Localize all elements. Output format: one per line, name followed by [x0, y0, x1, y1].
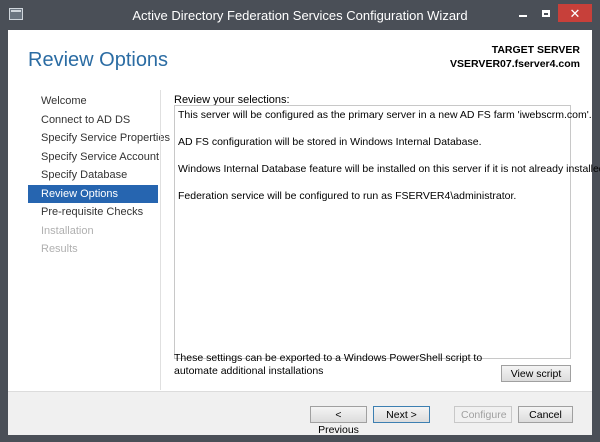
configure-button: Configure [454, 406, 512, 423]
title-bar[interactable]: Active Directory Federation Services Con… [0, 0, 600, 30]
minimize-icon [519, 15, 527, 17]
nav-item-review-options[interactable]: Review Options [28, 184, 158, 203]
previous-button[interactable]: < Previous [310, 406, 367, 436]
review-selections-box[interactable]: This server will be configured as the pr… [174, 105, 600, 359]
nav-item-connect-ad-ds[interactable]: Connect to AD DS [28, 111, 158, 130]
page-title: Review Options [28, 49, 169, 71]
nav-item-welcome[interactable]: Welcome [28, 92, 158, 111]
review-line: This server will be configured as the pr… [178, 109, 592, 121]
cancel-button[interactable]: Cancel [518, 406, 573, 423]
target-server-value: VSERVER07.fserver4.com [450, 58, 580, 70]
target-server-label: TARGET SERVER [491, 44, 580, 56]
maximize-icon [542, 9, 550, 17]
nav-item-installation: Installation [41, 224, 94, 237]
review-line: Federation service will be configured to… [178, 190, 517, 202]
close-icon: ✕ [569, 5, 581, 21]
export-description: These settings can be exported to a Wind… [174, 352, 483, 377]
wizard-content: Review Options TARGET SERVER VSERVER07.f… [8, 30, 600, 436]
maximize-button[interactable] [535, 4, 557, 22]
nav-item-results: Results [41, 243, 78, 255]
close-button[interactable]: ✕ [558, 4, 592, 22]
view-script-button[interactable]: View script [501, 365, 571, 382]
next-button[interactable]: Next > [373, 406, 430, 423]
nav-item-service-properties[interactable]: Specify Service Properties [28, 129, 170, 148]
nav-item-database[interactable]: Specify Database [28, 166, 158, 185]
wizard-window: Active Directory Federation Services Con… [0, 0, 600, 442]
nav-item-service-account[interactable]: Specify Service Account [28, 148, 159, 167]
nav-divider [160, 90, 161, 390]
wizard-steps-nav: Welcome Connect to AD DS Specify Service… [28, 92, 170, 259]
review-line: Windows Internal Database feature will b… [178, 163, 600, 175]
nav-item-prerequisite-checks[interactable]: Pre-requisite Checks [28, 203, 158, 222]
review-line: AD FS configuration will be stored in Wi… [178, 136, 482, 148]
minimize-button[interactable] [512, 4, 534, 22]
window-title: Active Directory Federation Services Con… [132, 8, 468, 23]
